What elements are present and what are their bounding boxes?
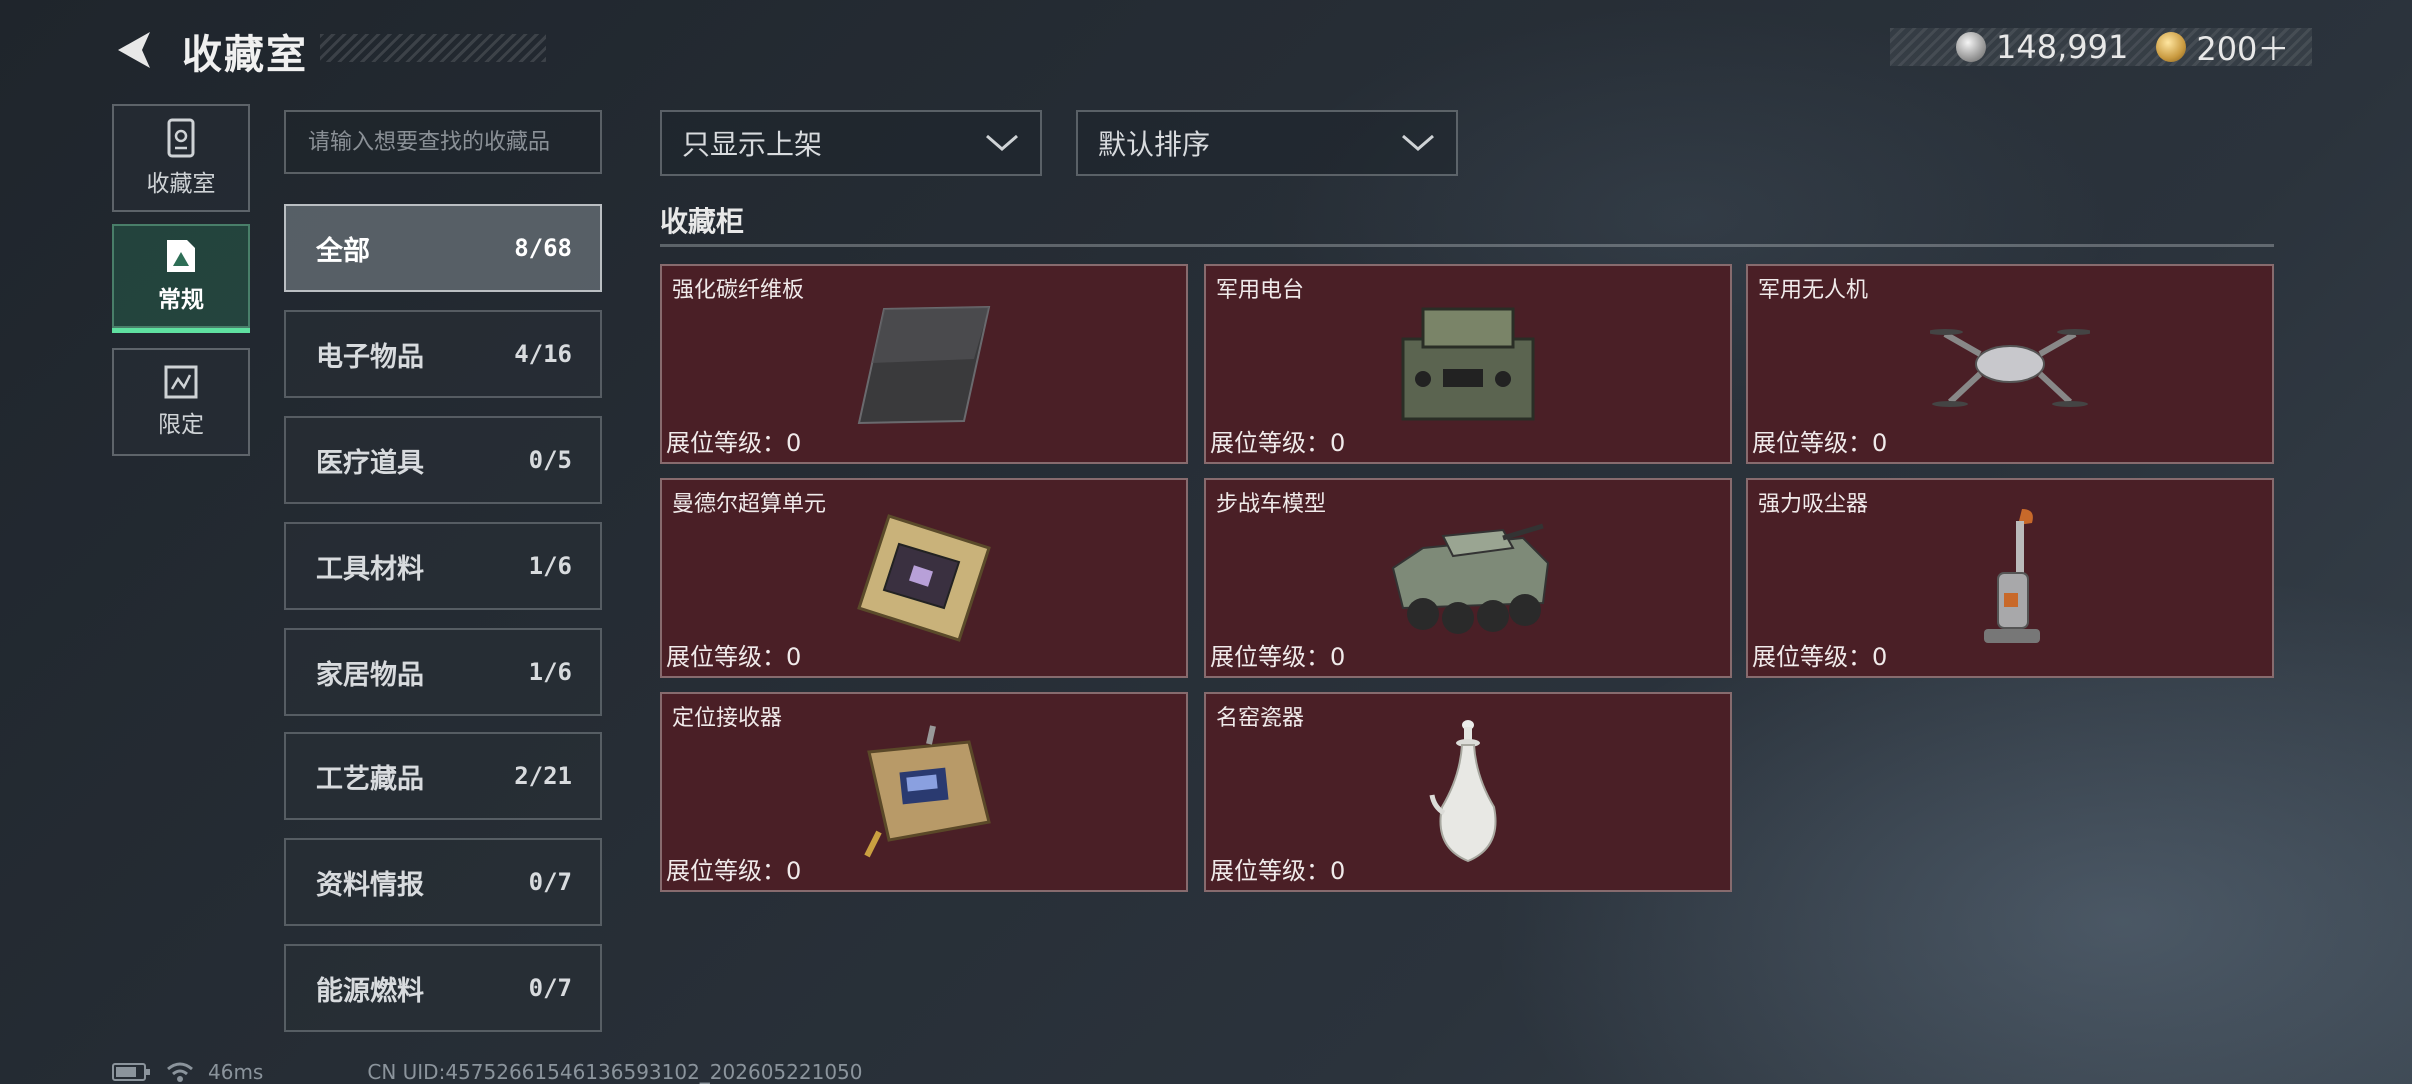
back-button[interactable] — [112, 28, 156, 72]
item-name: 曼德尔超算单元 — [672, 492, 827, 517]
category-intel[interactable]: 资料情报 0/7 — [284, 838, 602, 926]
nav-limited[interactable]: 限定 — [112, 348, 250, 456]
item-level: 展位等级：0 — [666, 857, 802, 885]
item-level: 展位等级：0 — [1752, 643, 1888, 671]
category-name: 工艺藏品 — [316, 763, 424, 795]
category-name: 全部 — [316, 235, 370, 267]
currency-amount-silver: 148,991 — [1996, 28, 2129, 66]
item-card[interactable]: 强化碳纤维板 展位等级：0 — [660, 264, 1188, 464]
chevron-down-icon — [1402, 134, 1434, 151]
category-count: 1/6 — [528, 658, 572, 686]
item-card[interactable]: 定位接收器 展位等级：0 — [660, 692, 1188, 892]
item-level: 展位等级：0 — [666, 429, 802, 457]
nav-active-indicator — [112, 328, 250, 333]
armored-vehicle-model-icon — [1391, 523, 1550, 634]
item-level: 展位等级：0 — [1210, 857, 1346, 885]
category-tools[interactable]: 工具材料 1/6 — [284, 522, 602, 610]
item-name: 名窑瓷器 — [1216, 706, 1305, 731]
sort-dropdown[interactable]: 默认排序 — [1076, 110, 1458, 176]
category-count: 1/6 — [528, 552, 572, 580]
category-count: 0/7 — [528, 974, 572, 1002]
currency-bar: 148,991 200＋ — [1890, 28, 2312, 68]
item-name: 军用电台 — [1216, 278, 1305, 303]
shelf-filter-dropdown[interactable]: 只显示上架 — [660, 110, 1042, 176]
back-arrow-icon — [118, 32, 150, 68]
page-title: 收藏室 — [182, 32, 308, 78]
chevron-down-icon — [986, 134, 1018, 151]
item-level: 展位等级：0 — [1752, 429, 1888, 457]
category-name: 工具材料 — [316, 553, 424, 585]
item-level: 展位等级：0 — [1210, 429, 1346, 457]
item-card[interactable]: 军用电台 展位等级：0 — [1204, 264, 1732, 464]
supercomputer-unit-icon — [857, 514, 991, 642]
category-name: 家居物品 — [316, 659, 424, 691]
category-medical[interactable]: 医疗道具 0/5 — [284, 416, 602, 504]
trophy-case-icon — [167, 118, 195, 158]
category-name: 医疗道具 — [316, 447, 424, 479]
item-name: 强化碳纤维板 — [672, 278, 805, 303]
category-name: 电子物品 — [316, 341, 424, 373]
title-decoration — [320, 34, 546, 62]
category-name: 能源燃料 — [316, 975, 424, 1007]
category-all[interactable]: 全部 8/68 — [284, 204, 602, 292]
item-card[interactable]: 名窑瓷器 展位等级：0 — [1204, 692, 1732, 892]
ping-value: 46ms — [208, 1060, 264, 1084]
nav-label-collection-room: 收藏室 — [146, 171, 216, 197]
nav-regular[interactable]: 常规 — [112, 224, 250, 328]
porcelain-vase-icon — [1429, 720, 1497, 863]
category-home[interactable]: 家居物品 1/6 — [284, 628, 602, 716]
item-name: 强力吸尘器 — [1758, 492, 1869, 517]
nav-label-regular: 常规 — [158, 287, 204, 313]
user-uid: CN UID:45752661546136593102_202605221050 — [367, 1060, 863, 1084]
military-drone-icon — [1930, 329, 2090, 407]
item-level: 展位等级：0 — [1210, 643, 1346, 671]
category-crafts[interactable]: 工艺藏品 2/21 — [284, 732, 602, 820]
sort-value: 默认排序 — [1098, 128, 1211, 161]
category-count: 8/68 — [514, 234, 572, 262]
status-footer: 46ms CN UID:45752661546136593102_2026052… — [112, 1060, 863, 1084]
carbon-fiber-plate-icon — [857, 305, 991, 425]
nav-collection-room[interactable]: 收藏室 — [112, 104, 250, 212]
category-count: 4/16 — [514, 340, 572, 368]
item-card[interactable]: 强力吸尘器 展位等级：0 — [1746, 478, 2274, 678]
shelf-filter-value: 只显示上架 — [682, 128, 823, 161]
gallery-icon — [167, 240, 195, 272]
vacuum-cleaner-icon — [1984, 509, 2040, 643]
category-count: 0/7 — [528, 868, 572, 896]
gold-coin-icon — [2156, 32, 2187, 62]
section-divider — [660, 244, 2274, 247]
category-name: 资料情报 — [316, 869, 424, 901]
item-name: 定位接收器 — [672, 706, 783, 731]
battery-icon — [112, 1063, 150, 1081]
item-level: 展位等级：0 — [666, 643, 802, 671]
category-count: 2/21 — [514, 762, 572, 790]
category-electronics[interactable]: 电子物品 4/16 — [284, 310, 602, 398]
military-radio-icon — [1401, 307, 1535, 421]
silver-coin-icon — [1956, 32, 1986, 62]
category-count: 0/5 — [528, 446, 572, 474]
currency-amount-gold: 200＋ — [2196, 30, 2290, 68]
search-input[interactable] — [284, 110, 602, 174]
gps-receiver-icon — [864, 725, 991, 858]
nav-label-limited: 限定 — [158, 412, 204, 438]
item-card[interactable]: 军用无人机 展位等级：0 — [1746, 264, 2274, 464]
category-energy[interactable]: 能源燃料 0/7 — [284, 944, 602, 1032]
item-card[interactable]: 步战车模型 展位等级：0 — [1204, 478, 1732, 678]
wifi-icon — [167, 1062, 193, 1082]
item-name: 步战车模型 — [1216, 492, 1327, 517]
item-name: 军用无人机 — [1758, 278, 1869, 303]
limited-frame-icon — [164, 365, 198, 399]
section-title: 收藏柜 — [660, 205, 745, 238]
item-card[interactable]: 曼德尔超算单元 展位等级：0 — [660, 478, 1188, 678]
